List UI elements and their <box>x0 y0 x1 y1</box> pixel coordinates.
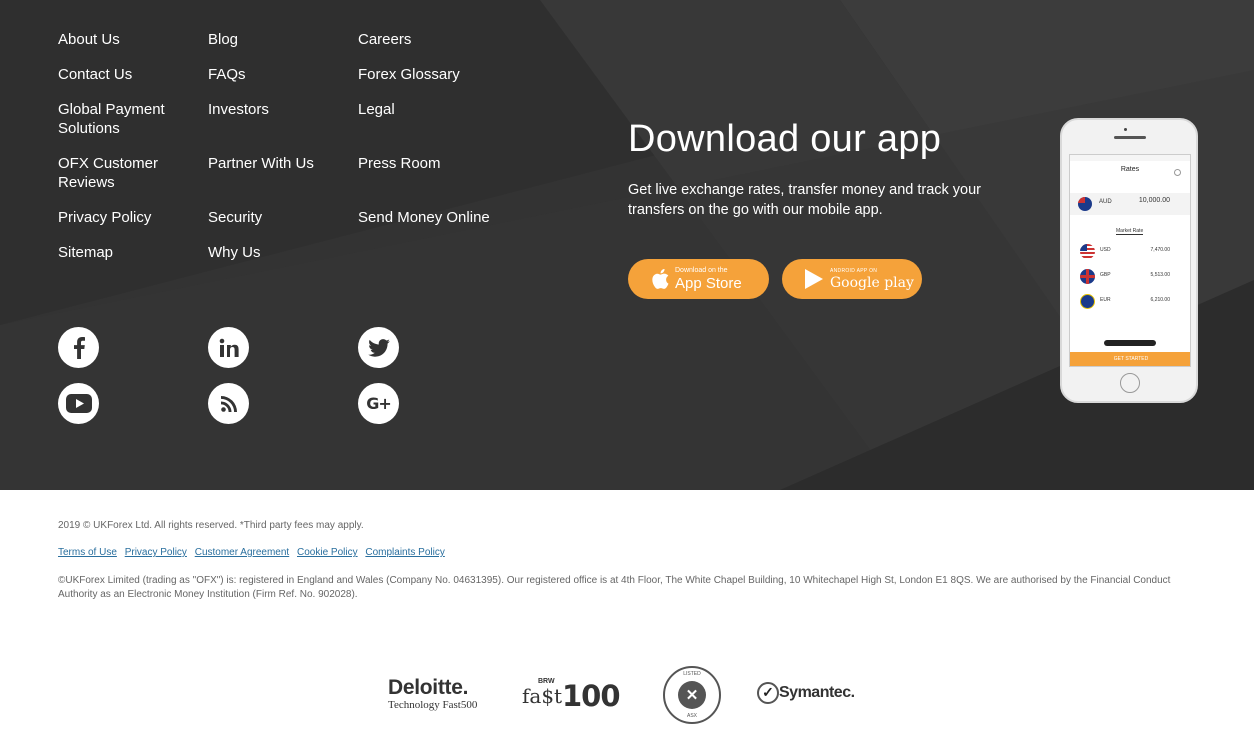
link-cookie-policy[interactable]: Cookie Policy <box>297 547 358 558</box>
phone-market-rate-tab: Market Rate <box>1116 228 1144 235</box>
app-description: Get live exchange rates, transfer money … <box>628 182 982 218</box>
google-plus-icon[interactable]: G+ <box>358 383 399 424</box>
trust-logos: Deloitte. Technology Fast500 BRW fa$t 10… <box>0 664 1254 724</box>
google-play-small-label: ANDROID APP ON <box>830 267 878 274</box>
phone-base-currency: AUD <box>1099 199 1112 205</box>
twitter-icon[interactable] <box>358 327 399 368</box>
flag-aud-icon <box>1078 197 1092 211</box>
phone-row-amount: 6,210.00 <box>1150 297 1170 303</box>
asx-bottom-text: ASX <box>686 713 697 719</box>
link-partner-with-us[interactable]: Partner With Us <box>208 154 314 173</box>
footer-legal-section: 2019 © UKForex Ltd. All rights reserved.… <box>0 490 1254 744</box>
phone-rates-header: Rates <box>1120 166 1140 173</box>
facebook-icon[interactable] <box>58 327 99 368</box>
link-customer-agreement[interactable]: Customer Agreement <box>195 547 290 558</box>
app-store-button[interactable]: Download on the App Store <box>628 259 769 299</box>
youtube-icon[interactable] <box>58 383 99 424</box>
link-ofx-customer-reviews[interactable]: OFX Customer Reviews <box>58 154 173 192</box>
phone-home-button <box>1120 373 1140 393</box>
phone-row-currency: USD <box>1100 247 1111 253</box>
link-blog[interactable]: Blog <box>208 30 238 49</box>
flag-usd-icon <box>1080 244 1095 259</box>
copyright-text: 2019 © UKForex Ltd. All rights reserved.… <box>58 520 364 531</box>
app-store-small-label: Download on the <box>675 266 728 274</box>
asx-top-text: LISTED <box>683 671 701 677</box>
link-complaints-policy[interactable]: Complaints Policy <box>365 547 444 558</box>
symantec-text: Symantec. <box>779 684 855 701</box>
link-legal[interactable]: Legal <box>358 100 395 119</box>
phone-base-amount: 10,000.00 <box>1138 197 1170 204</box>
link-careers[interactable]: Careers <box>358 30 411 49</box>
link-investors[interactable]: Investors <box>208 100 269 119</box>
rss-icon[interactable] <box>208 383 249 424</box>
phone-mockup: Rates AUD 10,000.00 Market Rate USD 7,47… <box>1060 118 1198 403</box>
deloitte-text: Deloitte. <box>388 676 469 699</box>
link-forex-glossary[interactable]: Forex Glossary <box>358 65 460 84</box>
link-security[interactable]: Security <box>208 208 262 227</box>
link-global-payment-solutions[interactable]: Global Payment Solutions <box>58 100 173 138</box>
google-play-icon <box>805 269 823 289</box>
link-privacy-policy-legal[interactable]: Privacy Policy <box>125 547 187 558</box>
link-send-money-online[interactable]: Send Money Online <box>358 208 490 227</box>
google-play-label: Google play <box>830 274 914 291</box>
regulatory-notice: ©UKForex Limited (trading as "OFX") is: … <box>58 575 1171 600</box>
phone-screen: Rates AUD 10,000.00 Market Rate USD 7,47… <box>1069 154 1191 367</box>
phone-row-currency: GBP <box>1100 272 1111 278</box>
symantec-logo: ✓ Symantec. <box>757 682 867 704</box>
link-terms-of-use[interactable]: Terms of Use <box>58 547 117 558</box>
phone-row-amount: 5,513.00 <box>1150 272 1170 278</box>
link-sitemap[interactable]: Sitemap <box>58 243 208 262</box>
app-store-label: App Store <box>675 274 742 292</box>
checkmark-icon: ✓ <box>757 682 779 704</box>
link-why-us[interactable]: Why Us <box>208 243 261 262</box>
brw-fast-100-logo: BRW fa$t 100 <box>522 678 632 714</box>
deloitte-subtext: Technology Fast500 <box>388 699 478 711</box>
flag-gbp-icon <box>1080 269 1095 284</box>
deloitte-logo: Deloitte. Technology Fast500 <box>388 676 498 711</box>
link-faqs[interactable]: FAQs <box>208 65 246 84</box>
link-press-room[interactable]: Press Room <box>358 154 441 173</box>
apple-icon <box>652 269 669 289</box>
phone-row-currency: EUR <box>1100 297 1111 303</box>
asx-listed-logo: LISTED ✕ ASX <box>663 666 721 724</box>
link-privacy-policy[interactable]: Privacy Policy <box>58 208 208 227</box>
legal-links: Terms of Use Privacy Policy Customer Agr… <box>58 547 450 558</box>
hundred-text: 100 <box>562 679 621 713</box>
fast-text: fa$t <box>522 684 563 708</box>
phone-get-started: GET STARTED <box>1070 352 1190 366</box>
flag-eur-icon <box>1080 294 1095 309</box>
link-about-us[interactable]: About Us <box>58 30 208 49</box>
google-play-button[interactable]: ANDROID APP ON Google play <box>782 259 922 299</box>
footer-dark-section: About Us Contact Us Global Payment Solut… <box>0 0 1254 490</box>
app-heading: Download our app <box>628 118 942 160</box>
phone-row-amount: 7,470.00 <box>1150 247 1170 253</box>
link-contact-us[interactable]: Contact Us <box>58 65 208 84</box>
linkedin-icon[interactable] <box>208 327 249 368</box>
